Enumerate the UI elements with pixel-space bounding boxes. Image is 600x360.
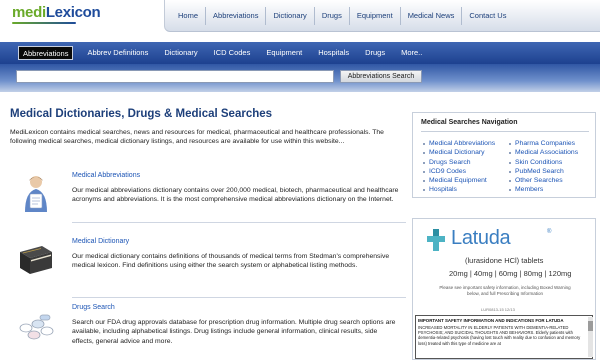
navbox-left-column: Medical Abbreviations Medical Dictionary… — [423, 139, 495, 195]
nav-tab-abbrev-definitions[interactable]: Abbrev Definitions — [79, 46, 156, 60]
ad-brand-registered: ® — [547, 229, 552, 235]
nurse-icon — [25, 176, 47, 212]
navbox-link-pubmed-search[interactable]: PubMed Search — [509, 167, 578, 176]
ad-code: LUR0813-15 12/13 — [481, 307, 515, 312]
entry-description: Our medical abbreviations dictionary con… — [72, 187, 399, 204]
nav-tab-more[interactable]: More.. — [393, 46, 430, 60]
main-content: Medical Dictionaries, Drugs & Medical Se… — [10, 108, 400, 147]
ad-boxed-warning: IMPORTANT SAFETY INFORMATION AND INDICAT… — [415, 315, 593, 359]
entry-medical-abbreviations: Medical Abbreviations Our medical abbrev… — [10, 172, 406, 230]
navbox-link-icd9-codes[interactable]: ICD9 Codes — [423, 167, 495, 176]
nav-tab-icd-codes[interactable]: ICD Codes — [206, 46, 259, 60]
entry-title-link[interactable]: Medical Abbreviations — [72, 172, 140, 179]
top-nav-equipment[interactable]: Equipment — [350, 6, 401, 25]
nav-tab-drugs[interactable]: Drugs — [357, 46, 393, 60]
ad-doses: 20mg | 40mg | 60mg | 80mg | 120mg — [449, 269, 572, 278]
ad-brand: Latuda — [451, 227, 511, 249]
site-logo[interactable]: mediLexicon — [12, 4, 101, 21]
navbox-link-drugs-search[interactable]: Drugs Search — [423, 158, 495, 167]
top-nav-abbreviations[interactable]: Abbreviations — [206, 6, 267, 25]
entry-title-link[interactable]: Drugs Search — [72, 304, 115, 311]
navbox-link-skin-conditions[interactable]: Skin Conditions — [509, 158, 578, 167]
navbox-link-medical-associations[interactable]: Medical Associations — [509, 148, 578, 157]
navbox-divider — [421, 131, 589, 132]
entry-title-link[interactable]: Medical Dictionary — [72, 238, 129, 245]
navbox-link-medical-equipment[interactable]: Medical Equipment — [423, 176, 495, 185]
entry-drugs-search: Drugs Search Search our FDA drug approva… — [10, 304, 400, 360]
book-icon — [20, 246, 52, 274]
entry-description: Search our FDA drug approvals database f… — [72, 319, 396, 345]
top-nav-dictionary[interactable]: Dictionary — [266, 6, 315, 25]
navbox-right-column: Pharma Companies Medical Associations Sk… — [509, 139, 578, 195]
navbox-link-members[interactable]: Members — [509, 185, 578, 194]
navbox-link-medical-abbreviations[interactable]: Medical Abbreviations — [423, 139, 495, 148]
navbox-link-pharma-companies[interactable]: Pharma Companies — [509, 139, 578, 148]
entry-divider — [72, 297, 406, 298]
navbox-link-other-searches[interactable]: Other Searches — [509, 176, 578, 185]
search-input[interactable] — [16, 70, 334, 83]
medical-searches-navigation: Medical Searches Navigation Medical Abbr… — [412, 112, 596, 198]
search-category-nav: Abbreviations Abbrev Definitions Diction… — [0, 42, 600, 64]
ad-boxed-title: IMPORTANT SAFETY INFORMATION AND INDICAT… — [418, 318, 564, 323]
nav-tab-hospitals[interactable]: Hospitals — [310, 46, 357, 60]
top-nav-drugs[interactable]: Drugs — [315, 6, 350, 25]
ad-small-print: Please see important safety information,… — [439, 285, 571, 296]
navbox-title: Medical Searches Navigation — [421, 119, 518, 126]
ad-generic-name: (lurasidone HCl) tablets — [465, 256, 544, 265]
advertisement[interactable]: Latuda ® (lurasidone HCl) tablets 20mg |… — [412, 218, 596, 360]
pills-icon — [19, 314, 54, 340]
site-header: mediLexicon Home Abbreviations Dictionar… — [0, 0, 600, 42]
medical-cross-icon — [427, 229, 445, 251]
nav-tab-abbreviations[interactable]: Abbreviations — [18, 46, 74, 60]
navbox-link-medical-dictionary[interactable]: Medical Dictionary — [423, 148, 495, 157]
nav-tab-dictionary[interactable]: Dictionary — [156, 46, 205, 60]
navbox-link-hospitals[interactable]: Hospitals — [423, 185, 495, 194]
ad-scrollbar-thumb[interactable] — [588, 321, 593, 331]
top-nav-home[interactable]: Home — [171, 6, 207, 25]
entry-divider — [72, 222, 406, 223]
ad-boxed-text: INCREASED MORTALITY IN ELDERLY PATIENTS … — [418, 325, 581, 346]
intro-text: MediLexicon contains medical searches, n… — [10, 129, 384, 146]
logo-swoosh — [12, 22, 76, 24]
top-nav: Home Abbreviations Dictionary Drugs Equi… — [164, 0, 600, 32]
nav-tab-equipment[interactable]: Equipment — [258, 46, 310, 60]
entry-description: Our medical dictionary contains definiti… — [72, 253, 390, 270]
search-button[interactable]: Abbreviations Search — [340, 70, 422, 83]
top-nav-contact-us[interactable]: Contact Us — [462, 7, 513, 25]
entry-medical-dictionary: Medical Dictionary Our medical dictionar… — [10, 238, 406, 298]
top-nav-medical-news[interactable]: Medical News — [401, 6, 463, 25]
page-title: Medical Dictionaries, Drugs & Medical Se… — [10, 108, 273, 120]
